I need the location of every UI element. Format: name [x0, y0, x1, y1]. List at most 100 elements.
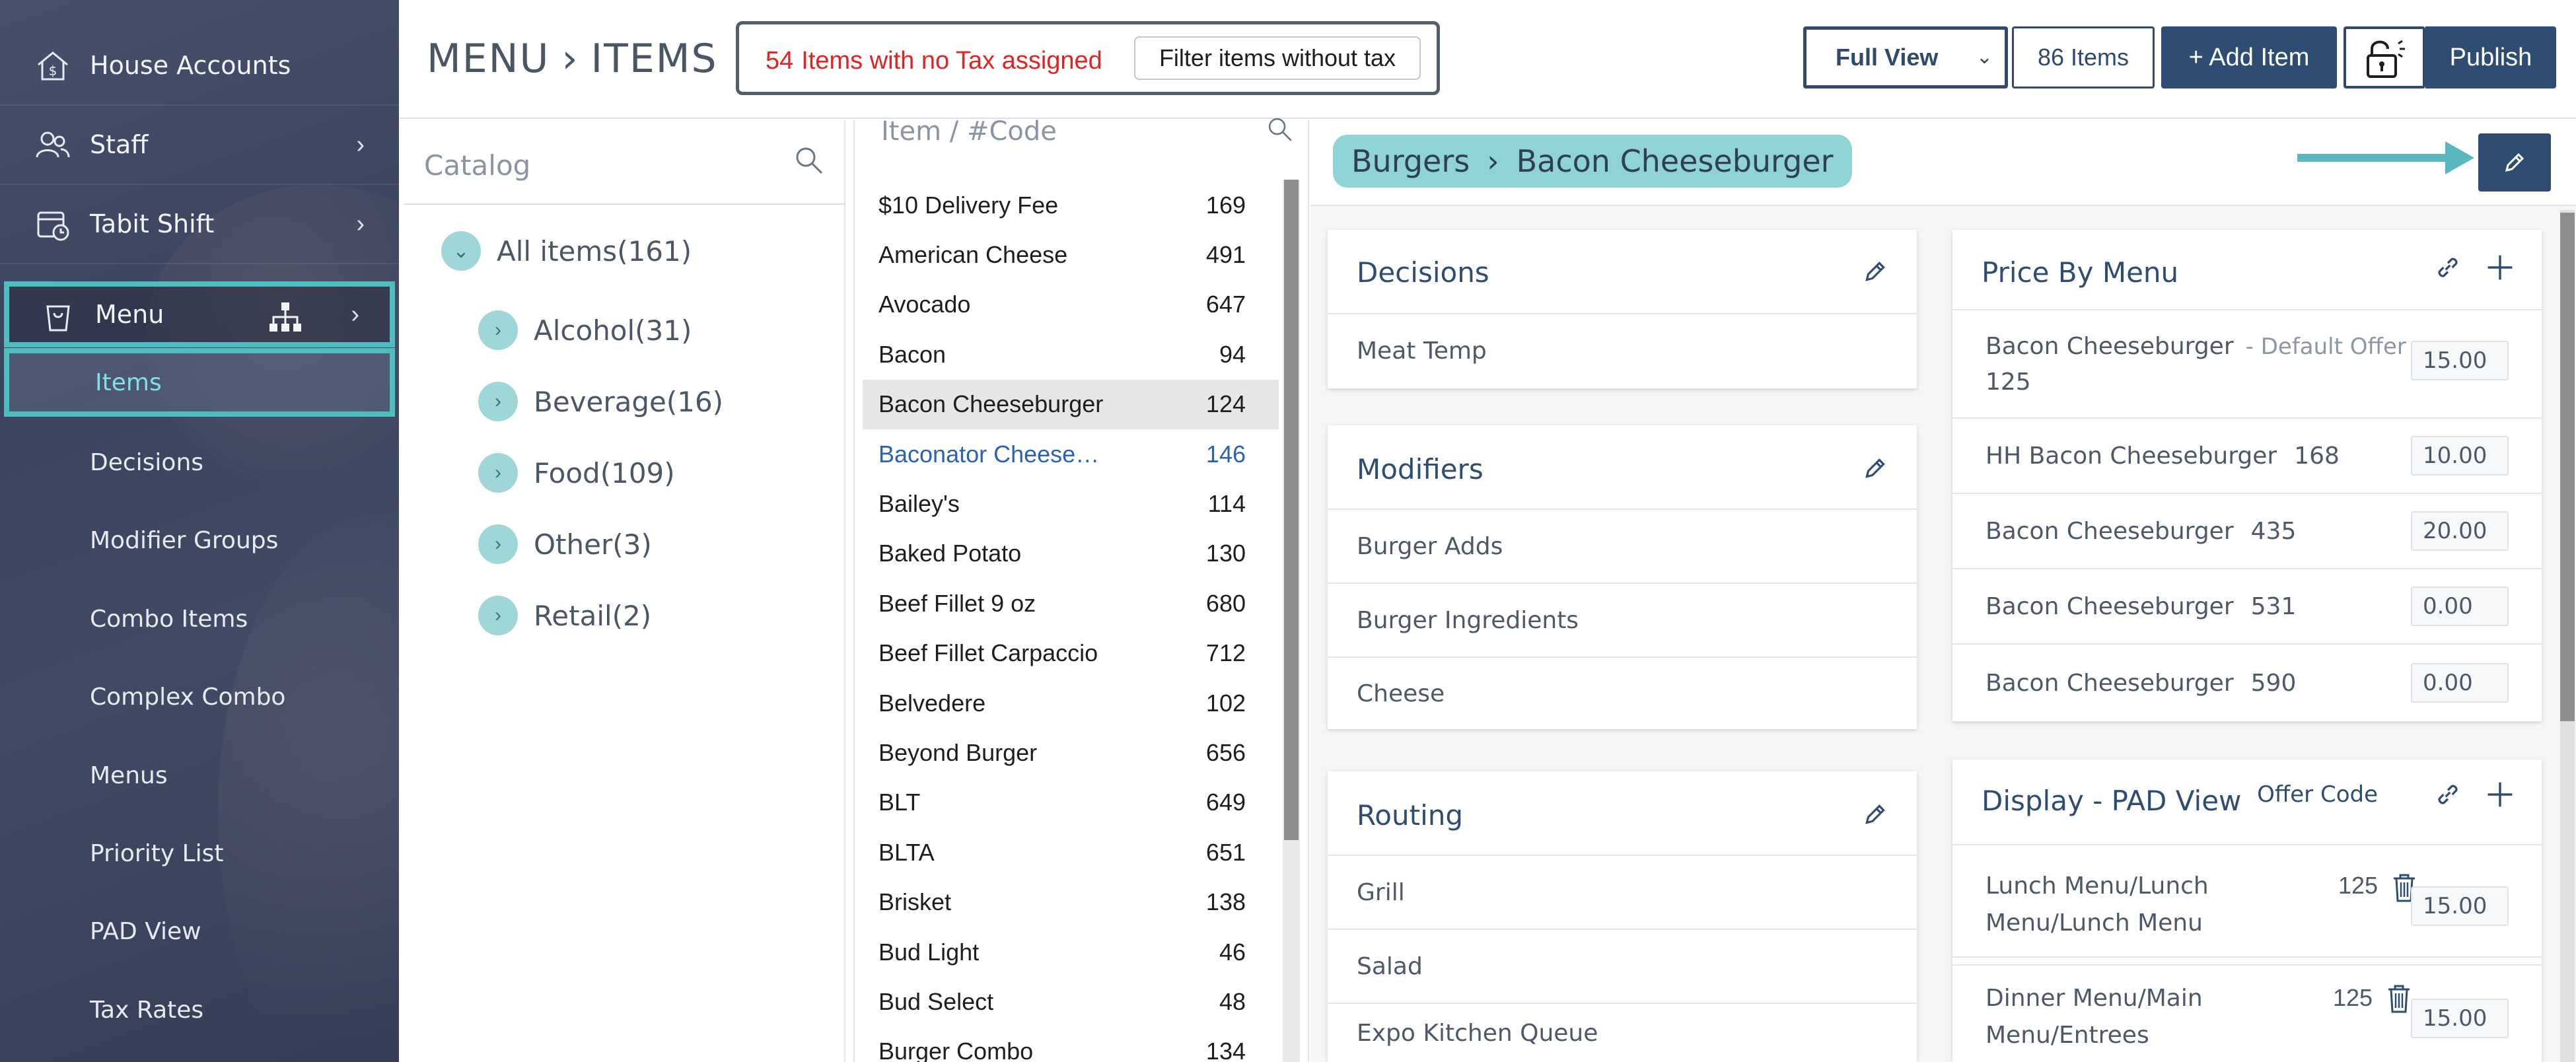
catalog-search-placeholder: Catalog [424, 149, 531, 182]
sidebar-item-house-accounts[interactable]: $ House Accounts [0, 26, 399, 106]
sidebar-subitem-modifier-groups[interactable]: Modifier Groups [90, 527, 278, 554]
chevron-right-icon[interactable]: › [478, 596, 518, 635]
pad-row[interactable]: Lunch Menu/Lunch Menu/Lunch Menu 125 15.00 [1952, 844, 2542, 956]
tree-item-food[interactable]: › Food(109) [478, 453, 675, 493]
tree-item-all[interactable]: ⌄ All items(161) [441, 231, 692, 271]
detail-scrollbar[interactable] [2560, 210, 2575, 1062]
trash-icon[interactable] [2386, 984, 2412, 1013]
list-item[interactable]: $10 Delivery Fee 169 [863, 180, 1279, 230]
modifier-row[interactable]: Cheese [1328, 656, 1917, 729]
list-item[interactable]: Beef Fillet 9 oz 680 [863, 579, 1279, 628]
sidebar-subitem-decisions[interactable]: Decisions [90, 449, 203, 476]
item-search-input[interactable]: Item / #Code [855, 116, 1308, 160]
breadcrumb-root[interactable]: MENU [427, 36, 550, 82]
price-row[interactable]: Bacon Cheeseburger - Default Offer 125 15… [1952, 309, 2542, 417]
tree-item-other[interactable]: › Other(3) [478, 524, 652, 564]
sidebar-subitem-priority-list[interactable]: Priority List [90, 840, 224, 867]
price-input[interactable]: 0.00 [2411, 663, 2509, 703]
sidebar-subitem-complex-combo[interactable]: Complex Combo [90, 684, 285, 711]
sidebar-subitem-pad-view[interactable]: PAD View [90, 918, 201, 945]
items-scrollbar[interactable] [1283, 180, 1300, 1062]
sidebar-subitem-combo-items[interactable]: Combo Items [90, 606, 248, 633]
pencil-icon[interactable] [1861, 454, 1889, 482]
plus-icon[interactable] [2485, 252, 2515, 283]
list-item[interactable]: Burger Combo 134 [863, 1027, 1279, 1062]
sidebar-item-staff[interactable]: Staff › [0, 106, 399, 185]
chevron-right-icon: › [356, 209, 365, 238]
items-count-badge: 86 Items [2012, 26, 2155, 88]
list-item[interactable]: Bud Select 48 [863, 977, 1279, 1026]
link-icon[interactable] [2433, 780, 2462, 809]
chevron-right-icon[interactable]: › [478, 453, 518, 493]
list-item[interactable]: BLTA 651 [863, 828, 1279, 877]
decision-row[interactable]: Meat Temp [1328, 313, 1917, 387]
view-select[interactable]: Full View ⌄ [1803, 26, 2008, 88]
catalog-search[interactable]: Catalog [404, 120, 845, 205]
price-input[interactable]: 0.00 [2411, 586, 2509, 626]
sitemap-icon[interactable] [267, 299, 304, 336]
publish-button[interactable]: Publish [2425, 26, 2556, 88]
list-item[interactable]: Bacon Cheeseburger 124 [863, 379, 1279, 429]
list-item[interactable]: Baked Potato 130 [863, 529, 1279, 579]
routing-row[interactable]: Salad [1328, 929, 1917, 1003]
sidebar-item-label: Staff [90, 130, 149, 159]
plus-icon[interactable] [2485, 779, 2515, 810]
item-name: Beef Fillet 9 oz [878, 589, 1036, 617]
price-row[interactable]: HH Bacon Cheeseburger 168 10.00 [1952, 417, 2542, 493]
sidebar-item-tabit-shift[interactable]: Tabit Shift › [0, 185, 399, 264]
routing-row[interactable]: Expo Kitchen Queue [1328, 1003, 1917, 1062]
item-category[interactable]: Burgers [1351, 143, 1470, 179]
edit-item-button[interactable] [2478, 133, 2551, 192]
pad-price-input[interactable]: 15.00 [2411, 886, 2509, 926]
pad-price-input[interactable]: 15.00 [2411, 999, 2509, 1038]
price-row[interactable]: Bacon Cheeseburger 590 0.00 [1952, 643, 2542, 721]
sidebar-subitem-menus[interactable]: Menus [90, 762, 168, 789]
lock-toggle-button[interactable] [2343, 26, 2425, 88]
tree-item-alcohol[interactable]: › Alcohol(31) [478, 310, 692, 350]
list-item[interactable]: Belvedere 102 [863, 678, 1279, 728]
tree-item-retail[interactable]: › Retail(2) [478, 596, 651, 635]
price-input[interactable]: 15.00 [2411, 341, 2509, 380]
list-item[interactable]: BLT 649 [863, 778, 1279, 828]
items-scrollbar-thumb[interactable] [1284, 180, 1299, 840]
price-row[interactable]: Bacon Cheeseburger 531 0.00 [1952, 568, 2542, 643]
routing-row[interactable]: Grill [1328, 855, 1917, 929]
tree-item-label: Alcohol(31) [534, 314, 692, 347]
pencil-icon[interactable] [1861, 800, 1889, 828]
chevron-down-icon[interactable]: ⌄ [441, 231, 481, 271]
search-icon[interactable] [1266, 115, 1295, 144]
price-input[interactable]: 20.00 [2411, 511, 2509, 551]
chevron-right-icon: › [356, 130, 365, 159]
modifier-row[interactable]: Burger Adds [1328, 509, 1917, 583]
tree-item-beverage[interactable]: › Beverage(16) [478, 382, 723, 421]
pad-row-path: Dinner Menu/Main Menu/Entrees [1986, 980, 2203, 1054]
pad-row[interactable]: Dinner Menu/Main Menu/Entrees 125 15.00 [1952, 956, 2542, 1062]
list-item[interactable]: Bud Light 46 [863, 927, 1279, 977]
search-icon[interactable] [793, 144, 826, 177]
add-item-button[interactable]: + Add Item [2161, 26, 2337, 88]
list-item[interactable]: Avocado 647 [863, 280, 1279, 330]
price-input[interactable]: 10.00 [2411, 436, 2509, 476]
chevron-right-icon[interactable]: › [478, 382, 518, 421]
item-code: 656 [1205, 738, 1246, 766]
list-item[interactable]: Beyond Burger 656 [863, 728, 1279, 777]
list-item[interactable]: Bailey's 114 [863, 479, 1279, 528]
list-item[interactable]: Brisket 138 [863, 878, 1279, 927]
chevron-right-icon[interactable]: › [478, 310, 518, 350]
list-item[interactable]: Beef Fillet Carpaccio 712 [863, 629, 1279, 678]
detail-scrollbar-thumb[interactable] [2560, 213, 2575, 721]
card-title: Price By Menu [1982, 256, 2179, 289]
filter-without-tax-button[interactable]: Filter items without tax [1134, 36, 1421, 80]
pencil-icon[interactable] [1861, 258, 1889, 285]
pad-path-line1: Dinner Menu/Main [1986, 985, 2203, 1012]
list-item[interactable]: Bacon 94 [863, 330, 1279, 379]
sidebar-item-menu[interactable]: Menu › [4, 281, 395, 347]
list-item[interactable]: Baconator Cheese… 146 [863, 429, 1279, 479]
list-item[interactable]: American Cheese 491 [863, 230, 1279, 279]
price-row[interactable]: Bacon Cheeseburger 435 20.00 [1952, 493, 2542, 568]
sidebar-subitem-items[interactable]: Items [4, 348, 395, 417]
link-icon[interactable] [2433, 253, 2462, 282]
sidebar-subitem-tax-rates[interactable]: Tax Rates [90, 997, 203, 1024]
chevron-right-icon[interactable]: › [478, 524, 518, 564]
modifier-row[interactable]: Burger Ingredients [1328, 583, 1917, 656]
